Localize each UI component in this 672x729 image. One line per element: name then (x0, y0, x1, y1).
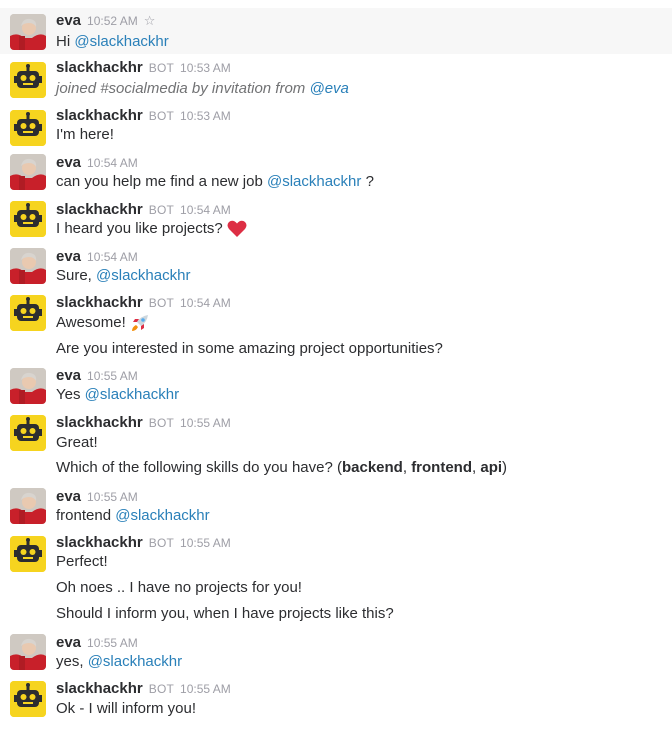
avatar[interactable] (10, 415, 46, 451)
timestamp[interactable]: 10:54 AM (180, 296, 231, 310)
bot-badge: BOT (148, 536, 175, 550)
bot-badge: BOT (148, 109, 175, 123)
message-row[interactable]: slackhackhr BOT 10:53 AM I'm here! (0, 104, 672, 152)
separator: , (402, 459, 412, 476)
avatar[interactable] (10, 488, 46, 524)
skill-frontend: frontend (411, 459, 473, 476)
timestamp[interactable]: 10:55 AM (87, 490, 138, 504)
timestamp[interactable]: 10:55 AM (180, 536, 231, 550)
bot-badge: BOT (148, 416, 175, 430)
message-text: Yes (56, 386, 85, 403)
sender-name[interactable]: slackhackhr (56, 201, 143, 218)
star-icon[interactable]: ☆ (144, 13, 156, 28)
sender-name[interactable]: slackhackhr (56, 534, 143, 551)
message-row[interactable]: slackhackhr BOT 10:54 AM Awesome! Are you … (0, 291, 672, 363)
mention-link[interactable]: @slackhackhr (74, 33, 168, 50)
timestamp[interactable]: 10:53 AM (180, 109, 231, 123)
message-text: Are you interested in some amazing proje… (56, 340, 443, 357)
sender-name[interactable]: eva (56, 367, 81, 384)
sender-name[interactable]: eva (56, 12, 81, 29)
message-row[interactable]: eva 10:55 AM frontend @slackhackhr (0, 485, 672, 531)
sender-name[interactable]: eva (56, 248, 81, 265)
message-row[interactable]: slackhackhr BOT 10:55 AM Perfect! Oh noes … (0, 532, 672, 630)
message-row[interactable]: slackhackhr BOT 10:54 AM I heard you like … (0, 198, 672, 246)
avatar[interactable] (10, 14, 46, 50)
timestamp[interactable]: 10:55 AM (180, 416, 231, 430)
message-text: ) (502, 459, 508, 476)
message-text: Great! (56, 434, 98, 451)
message-text: Hi (56, 33, 75, 50)
avatar[interactable] (10, 154, 46, 190)
message-text: frontend (56, 507, 116, 524)
mention-link[interactable]: @eva (309, 80, 348, 97)
rocket-emoji (131, 315, 148, 332)
heart-emoji (227, 220, 247, 238)
timestamp[interactable]: 10:52 AM (87, 14, 138, 28)
message-text: Perfect! (56, 553, 108, 570)
message-text: I heard you like projects? (56, 220, 223, 237)
avatar[interactable] (10, 295, 46, 331)
bot-badge: BOT (148, 296, 175, 310)
message-row[interactable]: eva 10:55 AM Yes @slackhackhr (0, 364, 672, 410)
message-text: Oh noes .. I have no projects for you! (56, 579, 302, 596)
sender-name[interactable]: eva (56, 634, 81, 651)
sender-name[interactable]: slackhackhr (56, 414, 143, 431)
sender-name[interactable]: eva (56, 488, 81, 505)
avatar[interactable] (10, 62, 46, 98)
mention-link[interactable]: @slackhackhr (96, 267, 190, 284)
message-row[interactable]: slackhackhr BOT 10:55 AM Ok - I will infor… (0, 678, 672, 726)
skill-backend: backend (341, 459, 403, 476)
avatar[interactable] (10, 110, 46, 146)
system-text: joined #socialmedia by invitation from (56, 80, 310, 97)
avatar[interactable] (10, 201, 46, 237)
sender-name[interactable]: slackhackhr (56, 59, 143, 76)
skill-api: api (480, 459, 503, 476)
timestamp[interactable]: 10:54 AM (180, 203, 231, 217)
message-text: yes, (56, 653, 88, 670)
timestamp[interactable]: 10:55 AM (87, 636, 138, 650)
timestamp[interactable]: 10:55 AM (180, 682, 231, 696)
message-text: ? (361, 173, 374, 190)
mention-link[interactable]: @slackhackhr (115, 507, 209, 524)
sender-name[interactable]: slackhackhr (56, 680, 143, 697)
mention-link[interactable]: @slackhackhr (267, 173, 361, 190)
sender-name[interactable]: slackhackhr (56, 107, 143, 124)
avatar[interactable] (10, 681, 46, 717)
avatar[interactable] (10, 368, 46, 404)
message-text: Sure, (56, 267, 97, 284)
message-row[interactable]: slackhackhr BOT 10:55 AM Great! Which of t… (0, 412, 672, 484)
message-text: I'm here! (56, 126, 114, 143)
avatar[interactable] (10, 248, 46, 284)
message-text: Which of the following skills do you hav… (56, 459, 342, 476)
timestamp[interactable]: 10:54 AM (87, 250, 138, 264)
message-row[interactable]: eva 10:52 AM ☆ Hi @slackhackhr (0, 8, 672, 54)
message-row[interactable]: eva 10:55 AM yes, @slackhackhr (0, 631, 672, 677)
message-text: Should I inform you, when I have project… (56, 605, 394, 622)
message-row[interactable]: eva 10:54 AM Sure, @slackhackhr (0, 245, 672, 291)
bot-badge: BOT (148, 61, 175, 75)
message-text: Awesome! (56, 314, 126, 331)
message-row[interactable]: slackhackhr BOT 10:53 AM joined #socialmed… (0, 56, 672, 104)
message-text: can you help me find a new job (56, 173, 267, 190)
mention-link[interactable]: @slackhackhr (88, 653, 182, 670)
avatar[interactable] (10, 536, 46, 572)
sender-name[interactable]: slackhackhr (56, 294, 143, 311)
message-text: Ok - I will inform you! (56, 700, 197, 717)
bot-badge: BOT (148, 203, 175, 217)
timestamp[interactable]: 10:53 AM (180, 61, 231, 75)
sender-name[interactable]: eva (56, 154, 81, 171)
timestamp[interactable]: 10:55 AM (87, 369, 138, 383)
bot-badge: BOT (148, 682, 175, 696)
mention-link[interactable]: @slackhackhr (85, 386, 179, 403)
timestamp[interactable]: 10:54 AM (87, 156, 138, 170)
avatar[interactable] (10, 634, 46, 670)
message-row[interactable]: eva 10:54 AM can you help me find a new j… (0, 151, 672, 197)
